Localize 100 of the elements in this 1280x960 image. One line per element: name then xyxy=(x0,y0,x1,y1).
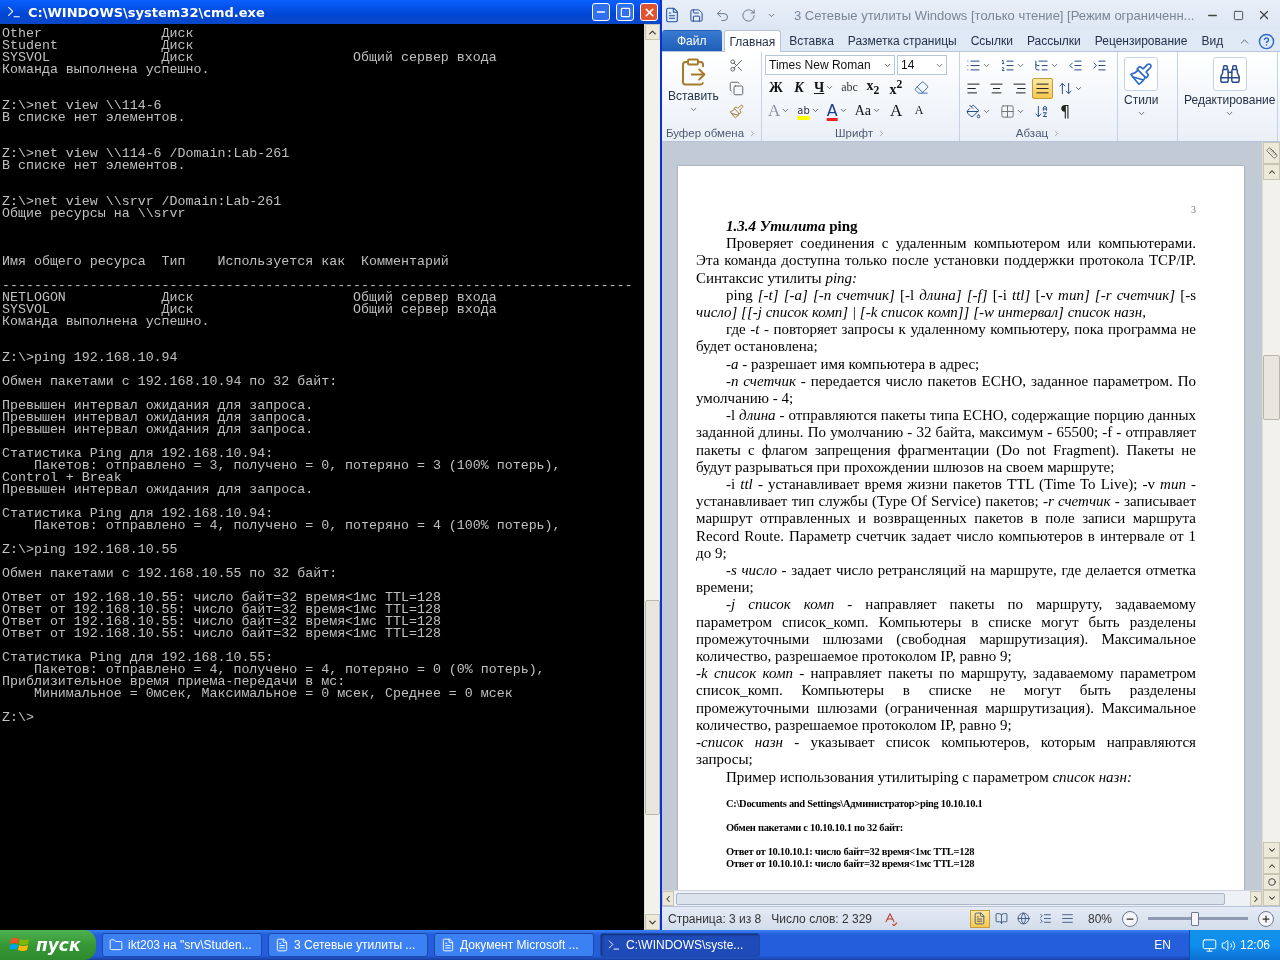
scissors-icon xyxy=(728,58,744,73)
show-marks-button[interactable]: ¶ xyxy=(1055,101,1075,122)
align-right-icon xyxy=(1012,81,1027,96)
ribbon-tab[interactable]: Рассылки xyxy=(1020,30,1087,51)
help-button[interactable] xyxy=(1256,31,1276,51)
italic-button[interactable]: К xyxy=(788,77,810,98)
console-line: Ответ от 192.168.10.55: число байт=32 время<1мс TTL=128 xyxy=(2,604,442,616)
bold-button[interactable]: Ж xyxy=(765,77,787,98)
draft-view-icon xyxy=(1061,912,1075,925)
change-case-button[interactable]: Aa xyxy=(851,100,885,121)
align-left-icon xyxy=(966,81,981,96)
speaker-icon xyxy=(1220,937,1236,953)
shrink-font-button[interactable]: A xyxy=(908,100,931,121)
taskbar-button[interactable]: C:\WINDOWS\syste... xyxy=(600,933,760,957)
subscript-button[interactable]: x$_{2}$ xyxy=(861,77,884,98)
file-tab[interactable]: Файл xyxy=(662,30,722,51)
binoculars-icon xyxy=(1218,63,1241,85)
document-icon xyxy=(441,938,455,952)
caret-icon xyxy=(781,106,791,115)
console-line: Ответ от 192.168.10.55: число байт=32 время<1мс TTL=128 xyxy=(2,628,442,640)
console-line: Пакетов: отправлено = 3, получено = 0, потеряно = 3 (100% потерь), xyxy=(33,460,562,472)
console-line: Команда выполнена успешно. xyxy=(2,64,211,76)
scrollbar[interactable] xyxy=(644,24,660,930)
align-button[interactable] xyxy=(1032,78,1053,99)
horizontal-scrollbar[interactable] xyxy=(662,890,1262,906)
console-line: Статистика Ping для 192.168.10.94: xyxy=(2,508,275,520)
plus-icon xyxy=(1261,913,1271,924)
bullet-list-icon xyxy=(966,58,981,73)
document-icon xyxy=(664,7,680,23)
code-line: Ответ от 10.10.10.1: число байт=32 время<1мс TTL=128 xyxy=(725,857,976,870)
grow-font-button[interactable]: A xyxy=(885,100,908,121)
caret-icon xyxy=(1136,109,1146,118)
zoom-in-button[interactable] xyxy=(1258,910,1274,927)
scroll-thumb[interactable] xyxy=(1263,355,1280,420)
ribbon-tab[interactable]: Разметка страницы xyxy=(841,30,963,51)
ribbon-tab[interactable]: Рецензирование xyxy=(1088,30,1194,51)
view-button[interactable] xyxy=(969,909,990,928)
ruler-icon xyxy=(1265,147,1278,159)
paragraph: где -t - повторяет запросы к удаленному компьютеру, пока программа не будет остановлена; xyxy=(696,321,1196,356)
console-line: ------------------------------------------------------------------------------- xyxy=(2,280,634,292)
font-color-button[interactable]: A xyxy=(823,100,851,121)
close-icon xyxy=(1257,8,1271,22)
console-line: Control + Break xyxy=(2,472,122,484)
console-line: Обмен пакетами с 192.168.10.55 по 32 байт: xyxy=(2,568,339,580)
group-label: Абзац xyxy=(1015,127,1049,139)
restore-icon xyxy=(619,6,631,18)
ribbon-tab[interactable]: Главная xyxy=(723,30,782,52)
close-button[interactable] xyxy=(640,3,658,21)
strikethrough-button[interactable]: abc xyxy=(838,77,861,98)
ribbon-tab[interactable]: Вставка xyxy=(783,30,840,51)
scroll-up-icon xyxy=(1266,167,1277,177)
paragraph: -n счетчик - передается число пакетов ECHO, заданное параметром. По умолчанию - 4; xyxy=(696,372,1196,408)
scroll-thumb[interactable] xyxy=(645,600,660,815)
taskbar-button[interactable]: 3 Сетевые утилиты ... xyxy=(268,933,428,957)
start-button[interactable]: пуск xyxy=(0,930,96,960)
console-line: Student Диск xyxy=(2,40,195,52)
editing-button[interactable]: Редактирование xyxy=(1181,55,1279,141)
caret-icon xyxy=(1074,84,1083,93)
clock: 12:06 xyxy=(1239,938,1270,952)
console-line: Команда выполнена успешно. xyxy=(2,316,211,328)
highlight-button[interactable]: ab xyxy=(794,100,823,121)
scrollbar[interactable] xyxy=(1262,142,1280,906)
console-line: Other Диск xyxy=(2,28,195,40)
console-icon xyxy=(607,938,621,952)
spell-check-icon xyxy=(882,910,898,927)
page-number: 3 xyxy=(1190,204,1196,217)
paintbrush-icon xyxy=(728,104,744,119)
caret-icon xyxy=(872,106,882,115)
page-count: Страница: 3 из 8 xyxy=(668,911,762,926)
styles-button[interactable]: Стили xyxy=(1121,55,1162,141)
superscript-button[interactable]: x$^{2}$ xyxy=(884,77,907,98)
slider-thumb[interactable] xyxy=(1191,911,1199,926)
help-icon xyxy=(1257,32,1275,50)
scroll-left-icon xyxy=(663,893,673,904)
console-line: В списке нет элементов. xyxy=(2,160,187,172)
zoom-out-button[interactable] xyxy=(1122,910,1138,927)
font-size-field[interactable]: 14 xyxy=(897,55,947,75)
scroll-thumb[interactable] xyxy=(676,892,1226,905)
console-line: Z:\>net view \\srvr /Domain:Lab-261 xyxy=(2,196,283,208)
taskbar-button[interactable]: Документ Microsoft ... xyxy=(434,933,594,957)
console-line: Превышен интервал ожидания для запроса. xyxy=(2,424,315,436)
reading-view-icon xyxy=(995,912,1009,925)
console-line: Z:\>net view \\114-6 /Domain:Lab-261 xyxy=(2,148,291,160)
language-indicator[interactable]: EN xyxy=(1142,938,1183,952)
eraser-icon xyxy=(913,80,929,95)
minimize-button[interactable] xyxy=(592,3,610,21)
paste-button[interactable]: Вставить xyxy=(665,55,722,125)
caret-icon xyxy=(1050,61,1059,70)
ribbon-tab[interactable]: Ссылки xyxy=(964,30,1019,51)
web-view-icon xyxy=(1017,912,1031,925)
monitor-icon xyxy=(1201,937,1217,953)
save-icon xyxy=(688,7,704,23)
font-name-field[interactable]: Times New Roman xyxy=(765,55,895,75)
underline-button[interactable]: Ч xyxy=(811,77,838,98)
console-line: Z:\>ping 192.168.10.55 xyxy=(2,544,179,556)
console-line: NETLOGON Диск Общий сервер входа xyxy=(2,292,498,304)
taskbar-button[interactable]: ikt203 на "srv\Studen... xyxy=(102,933,262,957)
ribbon-tab[interactable]: Вид xyxy=(1195,30,1230,51)
outline-view-icon xyxy=(1039,912,1053,925)
restore-button[interactable] xyxy=(616,3,634,21)
